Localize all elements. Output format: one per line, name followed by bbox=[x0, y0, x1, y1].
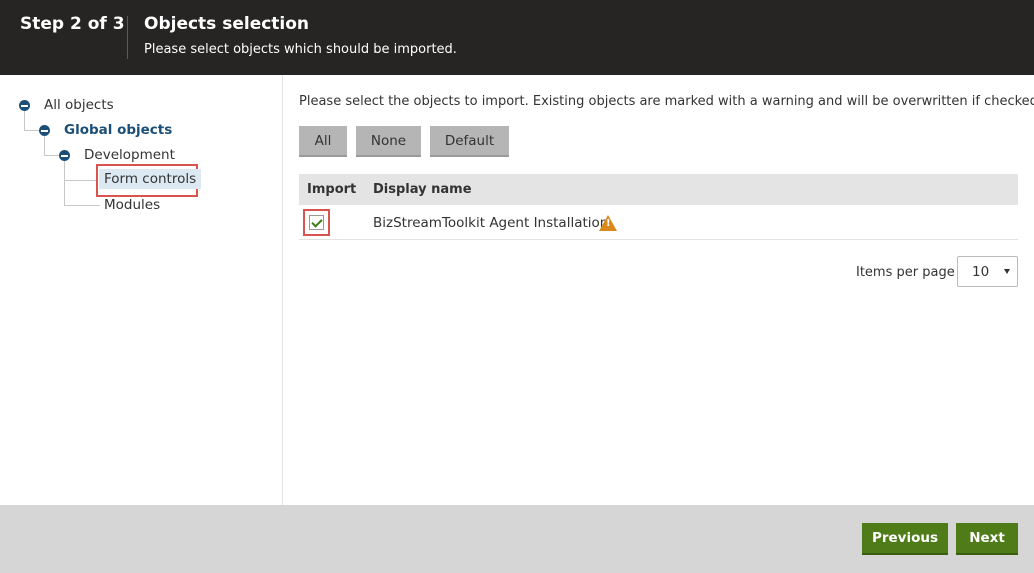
collapse-icon[interactable] bbox=[19, 100, 30, 111]
collapse-icon[interactable] bbox=[59, 150, 70, 161]
header-divider bbox=[127, 16, 128, 59]
warning-icon: ! bbox=[599, 215, 617, 231]
items-per-page-select[interactable]: 10 bbox=[957, 256, 1018, 287]
tree-line bbox=[64, 180, 96, 181]
tree-item-development[interactable]: Development bbox=[84, 147, 175, 163]
chevron-down-icon bbox=[1004, 269, 1010, 274]
tree-line bbox=[24, 130, 40, 131]
select-all-button[interactable]: All bbox=[299, 126, 347, 157]
next-button[interactable]: Next bbox=[956, 523, 1018, 555]
column-header-display-name[interactable]: Display name bbox=[373, 182, 472, 197]
wizard-footer: Previous Next bbox=[0, 505, 1034, 573]
tree-item-modules[interactable]: Modules bbox=[104, 197, 160, 213]
page-subtitle: Please select objects which should be im… bbox=[144, 42, 457, 57]
items-per-page-label: Items per page bbox=[856, 265, 955, 280]
import-checkbox[interactable] bbox=[309, 215, 324, 230]
tree-line bbox=[44, 136, 45, 156]
wizard-header: Step 2 of 3 Objects selection Please sel… bbox=[0, 0, 1034, 75]
page-title: Objects selection bbox=[144, 14, 310, 34]
tree-line bbox=[64, 161, 65, 206]
object-tree: All objects Global objects Development F… bbox=[0, 75, 283, 505]
tree-item-global-objects[interactable]: Global objects bbox=[64, 122, 172, 138]
object-display-name: BizStreamToolkit Agent Installation bbox=[373, 215, 609, 231]
step-indicator: Step 2 of 3 bbox=[20, 14, 125, 34]
tree-item-all-objects[interactable]: All objects bbox=[44, 97, 114, 113]
items-per-page-value: 10 bbox=[972, 264, 990, 280]
tree-line bbox=[64, 205, 100, 206]
column-header-import[interactable]: Import bbox=[307, 182, 356, 197]
select-default-button[interactable]: Default bbox=[430, 126, 509, 157]
instructions-text: Please select the objects to import. Exi… bbox=[299, 94, 1034, 109]
select-none-button[interactable]: None bbox=[356, 126, 421, 157]
table-row: BizStreamToolkit Agent Installation ! bbox=[299, 206, 1018, 240]
previous-button[interactable]: Previous bbox=[862, 523, 948, 555]
collapse-icon[interactable] bbox=[39, 125, 50, 136]
main-content: Please select the objects to import. Exi… bbox=[283, 75, 1034, 505]
tree-line bbox=[24, 111, 25, 131]
table-header: Import Display name bbox=[299, 174, 1018, 205]
tree-line bbox=[44, 155, 60, 156]
tree-item-form-controls[interactable]: Form controls bbox=[99, 169, 202, 189]
